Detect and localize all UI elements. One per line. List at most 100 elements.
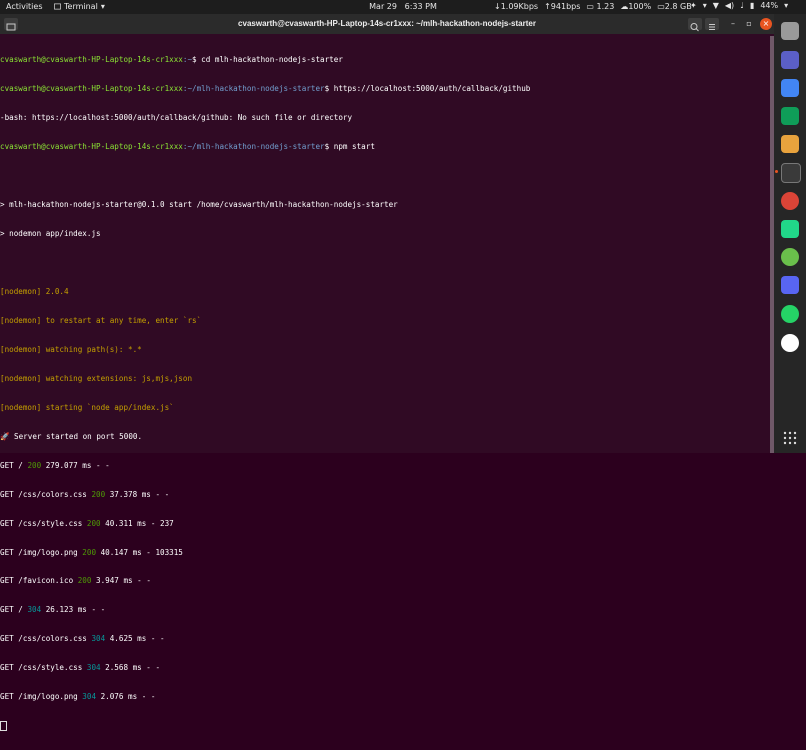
prompt-user: cvaswarth@cvaswarth-HP-Laptop-14s-cr1xxx	[0, 55, 183, 65]
command: $ npm start	[324, 142, 375, 152]
terminal-output[interactable]: cvaswarth@cvaswarth-HP-Laptop-14s-cr1xxx…	[0, 36, 770, 750]
status-code: 304	[27, 605, 42, 615]
request-line: GET /img/logo.png 200 40.147 ms - 103315	[0, 548, 770, 558]
disk-value: 2.8 GB	[664, 2, 692, 11]
disk-usage: ▭2.8 GB	[657, 2, 692, 11]
chrome-icon[interactable]	[781, 192, 799, 210]
request-line: GET /css/colors.css 304 4.625 ms - -	[0, 634, 770, 644]
maximize-icon: ▫	[746, 19, 752, 28]
request-path: GET /	[0, 605, 28, 615]
terminal-line: cvaswarth@cvaswarth-HP-Laptop-14s-cr1xxx…	[0, 142, 770, 152]
server-line: 🚀 Server started on port 5000.	[0, 431, 143, 441]
volume-icon: ◀)	[724, 1, 735, 10]
close-icon: ×	[762, 19, 770, 28]
minimize-button[interactable]: –	[727, 18, 739, 30]
disk-icon: ▭	[657, 2, 665, 11]
discord-icon[interactable]	[781, 276, 799, 294]
cursor-line	[0, 721, 770, 732]
request-timing: 26.123 ms - -	[41, 605, 106, 615]
request-line: GET / 200 279.077 ms - -	[0, 461, 770, 471]
nodemon-line: [nodemon] watching extensions: js,mjs,js…	[0, 373, 193, 383]
chevron-down-icon: ▾	[702, 1, 707, 10]
chevron-down-icon: ▾	[100, 2, 105, 11]
prompt-dir: :~/mlh-hackathon-nodejs-starter	[182, 84, 325, 94]
request-path: GET /favicon.ico	[0, 576, 78, 586]
request-line: GET /img/logo.png 304 2.076 ms - -	[0, 692, 770, 702]
close-button[interactable]: ×	[760, 18, 772, 30]
terminal-icon	[54, 3, 61, 10]
menu-button[interactable]	[705, 18, 719, 30]
request-timing: 2.568 ms - -	[100, 663, 161, 673]
request-timing: 37.378 ms - -	[105, 489, 170, 499]
battery-value: 44%	[760, 1, 779, 10]
terminal-window[interactable]: cvaswarth@cvaswarth-HP-Laptop-14s-cr1xxx…	[0, 14, 774, 732]
request-path: GET /css/colors.css	[0, 489, 92, 499]
nodemon-line: [nodemon] watching path(s): *.*	[0, 344, 142, 354]
running-indicator	[775, 170, 778, 173]
nodemon-line: [nodemon] 2.0.4	[0, 286, 69, 296]
request-line: GET /css/colors.css 200 37.378 ms - -	[0, 490, 770, 500]
disk-icon[interactable]	[781, 248, 799, 266]
activities-button[interactable]: Activities	[6, 2, 43, 11]
mic-icon: ♩	[740, 1, 744, 10]
load-value: 1.23	[596, 2, 615, 11]
search-icon	[690, 23, 699, 32]
search-button[interactable]	[688, 18, 702, 32]
time: 6:33 PM	[404, 2, 437, 11]
teams-icon[interactable]	[781, 51, 799, 69]
sheets-icon[interactable]	[781, 107, 799, 125]
clock[interactable]: Mar 29 6:33 PM	[369, 2, 437, 11]
prompt-dir: :~/mlh-hackathon-nodejs-starter	[182, 142, 325, 152]
nodemon-line: [nodemon] starting `node app/index.js`	[0, 402, 174, 412]
request-line: GET /css/style.css 200 40.311 ms - 237	[0, 519, 770, 529]
terminal-icon[interactable]	[781, 163, 801, 183]
accessibility-icon[interactable]: ✦	[690, 1, 697, 10]
status-code: 304	[91, 634, 106, 644]
request-timing: 279.077 ms - -	[41, 460, 110, 470]
request-line: GET /favicon.ico 200 3.947 ms - -	[0, 576, 770, 586]
request-line: GET /css/style.css 304 2.568 ms - -	[0, 663, 770, 673]
prompt-dir: :~	[182, 55, 193, 65]
layers-icon[interactable]	[781, 135, 799, 153]
app-menu-label: Terminal	[64, 2, 98, 11]
system-tray[interactable]: ✦ ▾ ▼ ◀) ♩ ▮ 44% ▾	[690, 1, 788, 10]
whatsapp-icon[interactable]	[781, 305, 799, 323]
system-monitor[interactable]: ↓1.09Kbps ↑941bps ▭ 1.23 ☁100% ▭2.8 GB	[494, 2, 692, 11]
net-up: ↑941bps	[544, 2, 581, 11]
request-path: GET /	[0, 460, 28, 470]
terminal-line: > mlh-hackathon-nodejs-starter@0.1.0 sta…	[0, 200, 398, 210]
docs-icon[interactable]	[781, 79, 799, 97]
request-timing: 4.625 ms - -	[105, 634, 165, 644]
request-path: GET /css/style.css	[0, 663, 87, 673]
prompt-user: cvaswarth@cvaswarth-HP-Laptop-14s-cr1xxx	[0, 84, 183, 94]
request-line: GET / 304 26.123 ms - -	[0, 605, 770, 615]
pycharm-icon[interactable]	[781, 220, 799, 238]
net-down: ↓1.09Kbps	[494, 2, 539, 11]
terminal-line: cvaswarth@cvaswarth-HP-Laptop-14s-cr1xxx…	[0, 55, 770, 65]
terminal-line: -bash: https://localhost:5000/auth/callb…	[0, 113, 353, 123]
request-path: GET /css/style.css	[0, 518, 87, 528]
terminal-line: > nodemon app/index.js	[0, 229, 101, 239]
status-code: 200	[77, 576, 92, 586]
top-panel: Activities Terminal ▾ Mar 29 6:33 PM ↓1.…	[0, 0, 806, 14]
dock	[774, 14, 806, 453]
app-icon[interactable]	[781, 334, 799, 352]
app-menu[interactable]: Terminal ▾	[54, 2, 105, 11]
hamburger-icon	[709, 24, 715, 30]
show-applications-icon[interactable]	[783, 431, 797, 445]
prompt-user: cvaswarth@cvaswarth-HP-Laptop-14s-cr1xxx	[0, 142, 183, 152]
title-bar[interactable]: cvaswarth@cvaswarth-HP-Laptop-14s-cr1xxx…	[0, 14, 774, 34]
maximize-button[interactable]: ▫	[743, 18, 755, 30]
request-timing: 2.076 ms - -	[96, 692, 156, 702]
request-timing: 40.147 ms - 103315	[96, 547, 183, 557]
cloud-value: 100%	[628, 2, 652, 11]
terminal-line: cvaswarth@cvaswarth-HP-Laptop-14s-cr1xxx…	[0, 84, 770, 94]
request-path: GET /img/logo.png	[0, 547, 83, 557]
date: Mar 29	[369, 2, 397, 11]
status-code: 304	[86, 663, 101, 673]
files-icon[interactable]	[781, 22, 799, 40]
status-code: 200	[86, 518, 101, 528]
status-code: 200	[27, 460, 42, 470]
